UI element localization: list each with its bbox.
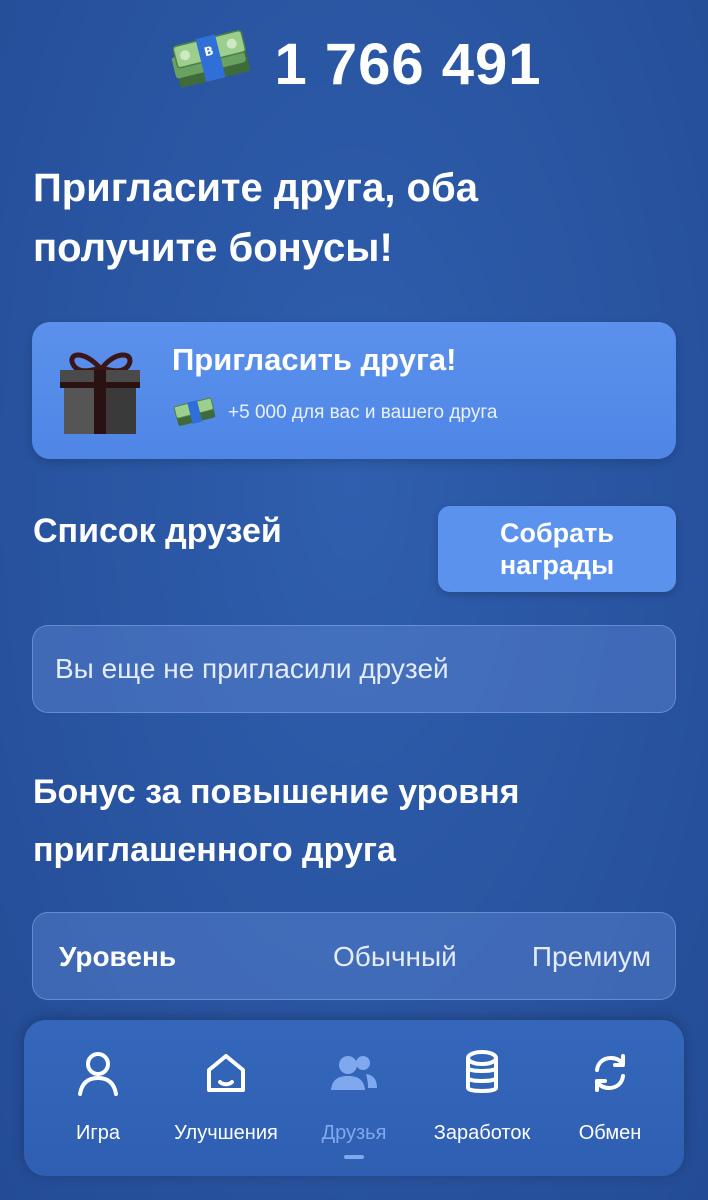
balance-header: B 1 766 491 (0, 22, 708, 106)
premium-column-header: Премиум (531, 941, 651, 972)
invite-friend-card[interactable]: Пригласить друга! +5 000 для вас и вашег… (32, 322, 676, 459)
balance-value: 1 766 491 (274, 31, 542, 97)
collect-rewards-label: Собрать награды (499, 518, 615, 580)
level-column-header: Уровень (59, 941, 177, 972)
nav-label: Обмен (578, 1122, 642, 1144)
empty-state-text: Вы еще не пригласили друзей (55, 653, 449, 684)
nav-label: Друзья (321, 1122, 387, 1144)
home-icon (207, 1054, 245, 1092)
collect-rewards-button[interactable]: Собрать награды (438, 506, 676, 592)
exchange-icon (595, 1054, 625, 1092)
page-title: Пригласите друга, оба получите бонусы! (33, 166, 478, 270)
friends-icon (331, 1056, 377, 1090)
gift-icon (60, 352, 140, 434)
bottom-nav: Игра Улучшения Друзья Заработок Обмен (24, 1020, 684, 1176)
nav-item-earnings[interactable]: Заработок (422, 1020, 542, 1176)
level-bonus-title: Бонус за повышение уровня приглашенного … (33, 773, 520, 869)
nav-label: Улучшения (174, 1122, 278, 1144)
friends-list-title: Список друзей (33, 512, 282, 550)
nav-item-game[interactable]: Игра (38, 1020, 158, 1176)
user-icon (78, 1052, 118, 1096)
cash-stack-icon: B (172, 29, 251, 88)
active-tab-indicator (344, 1155, 364, 1159)
normal-column-header: Обычный (333, 941, 457, 972)
cash-icon (173, 397, 216, 426)
nav-item-exchange[interactable]: Обмен (550, 1020, 670, 1176)
invite-title: Пригласить друга! (172, 342, 457, 377)
database-icon (466, 1050, 498, 1093)
invite-subtitle-row: +5 000 для вас и вашего друга (172, 394, 497, 432)
invite-bonus-text: +5 000 для вас и вашего друга (228, 402, 498, 423)
nav-label: Заработок (433, 1122, 531, 1144)
nav-item-upgrades[interactable]: Улучшения (166, 1020, 286, 1176)
nav-label: Игра (76, 1122, 120, 1144)
friends-empty-state: Вы еще не пригласили друзей (32, 625, 676, 713)
nav-item-friends[interactable]: Друзья (294, 1020, 414, 1176)
level-bonus-header: Уровень Обычный Премиум (32, 912, 676, 1000)
